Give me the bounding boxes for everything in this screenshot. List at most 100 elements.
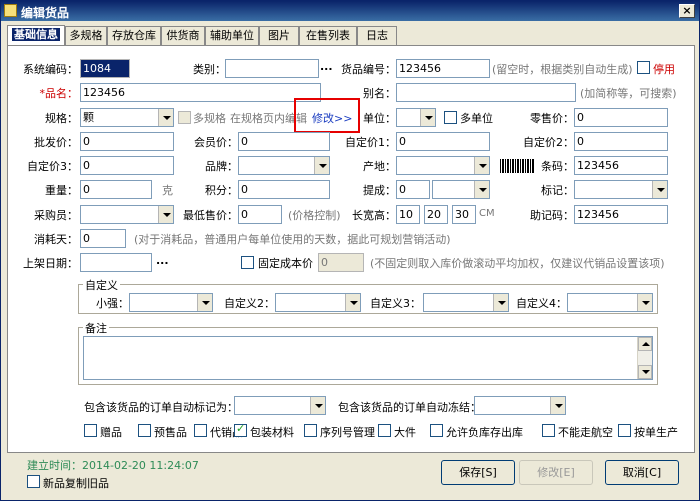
- flag-checkbox[interactable]: [84, 424, 97, 437]
- consume-days-field[interactable]: 0: [80, 229, 126, 248]
- modify-button[interactable]: 修改[E]: [519, 460, 593, 485]
- name-label: *品名：: [39, 87, 79, 100]
- custom1-label: 自定价1：: [345, 136, 396, 149]
- origin-dropdown-icon[interactable]: [474, 157, 489, 174]
- auto-mark-dropdown-icon[interactable]: [310, 397, 325, 414]
- flag-label: 包装材料: [250, 426, 294, 439]
- width-field[interactable]: 20: [424, 205, 448, 224]
- multi-spec-checkbox[interactable]: [178, 111, 191, 124]
- stop-checkbox[interactable]: [637, 61, 650, 74]
- points-field[interactable]: 0: [238, 180, 330, 199]
- custom-field1-select[interactable]: [129, 293, 213, 312]
- height-field[interactable]: 30: [452, 205, 476, 224]
- custom-field3-select[interactable]: [423, 293, 509, 312]
- commission-type-select[interactable]: [432, 180, 490, 199]
- auto-freeze-select[interactable]: [474, 396, 566, 415]
- scroll-up-icon[interactable]: [638, 337, 652, 351]
- spec-select[interactable]: 颗: [80, 108, 174, 127]
- cancel-button[interactable]: 取消[C]: [605, 460, 679, 485]
- flag-checkbox[interactable]: [542, 424, 555, 437]
- wholesale-field[interactable]: 0: [80, 132, 174, 151]
- flag-checkbox[interactable]: [430, 424, 443, 437]
- flag-label: 预售品: [154, 426, 187, 439]
- fixed-cost-checkbox[interactable]: [241, 256, 254, 269]
- alias-field[interactable]: [396, 83, 576, 102]
- mark-select[interactable]: [574, 180, 668, 199]
- custom-field4-dropdown-icon[interactable]: [637, 294, 652, 311]
- memo-code-field[interactable]: 123456: [574, 205, 668, 224]
- custom2-field[interactable]: 0: [574, 132, 668, 151]
- weight-unit: 克: [162, 184, 173, 197]
- retail-label: 零售价：: [530, 112, 574, 125]
- flag-checkbox[interactable]: [378, 424, 391, 437]
- flag-label: 按单生产: [634, 426, 678, 439]
- unit-select[interactable]: [396, 108, 436, 127]
- tab-warehouse[interactable]: 存放仓库: [107, 26, 161, 45]
- save-button[interactable]: 保存[S]: [441, 460, 515, 485]
- multi-unit-label: 多单位: [460, 112, 493, 125]
- unit-dropdown-icon[interactable]: [420, 109, 435, 126]
- category-picker-button[interactable]: ...: [320, 60, 333, 73]
- copy-old-checkbox[interactable]: [27, 475, 40, 488]
- flag-checkbox[interactable]: [194, 424, 207, 437]
- custom-field2-select[interactable]: [275, 293, 361, 312]
- tab-basic-info[interactable]: 基础信息: [7, 25, 65, 46]
- barcode-field[interactable]: 123456: [574, 156, 668, 175]
- flag-label: 序列号管理: [320, 426, 375, 439]
- buyer-dropdown-icon[interactable]: [158, 206, 173, 223]
- buyer-select[interactable]: [80, 205, 174, 224]
- auto-mark-select[interactable]: [234, 396, 326, 415]
- category-field[interactable]: [225, 59, 319, 78]
- scroll-down-icon[interactable]: [638, 365, 652, 379]
- remark-textarea[interactable]: [83, 336, 653, 380]
- min-price-hint: (价格控制): [288, 209, 341, 222]
- name-field[interactable]: 123456: [80, 83, 321, 102]
- goods-no-field[interactable]: 123456: [396, 59, 490, 78]
- memo-code-label: 助记码：: [530, 209, 574, 222]
- tab-multi-spec[interactable]: 多规格: [65, 26, 107, 45]
- custom-field2-dropdown-icon[interactable]: [345, 294, 360, 311]
- alias-label: 别名：: [363, 87, 396, 100]
- spec-dropdown-icon[interactable]: [158, 109, 173, 126]
- tab-on-sale-list[interactable]: 在售列表: [299, 26, 357, 45]
- tab-aux-unit[interactable]: 辅助单位: [205, 26, 259, 45]
- sys-code-field: 1084: [80, 59, 130, 78]
- origin-select[interactable]: [396, 156, 490, 175]
- spec-value: 颗: [83, 111, 94, 124]
- custom-field3-dropdown-icon[interactable]: [493, 294, 508, 311]
- shelf-date-field[interactable]: [80, 253, 152, 272]
- tab-log[interactable]: 日志: [357, 26, 397, 45]
- auto-freeze-label: 包含该货品的订单自动冻结：: [338, 401, 481, 414]
- alias-hint: (加简称等，可搜索): [580, 87, 677, 100]
- custom3-field[interactable]: 0: [80, 156, 174, 175]
- multi-unit-checkbox[interactable]: [444, 111, 457, 124]
- flag-checkbox[interactable]: [618, 424, 631, 437]
- shelf-date-picker-button[interactable]: ...: [156, 254, 169, 267]
- flag-checkbox[interactable]: [234, 422, 247, 437]
- flag-checkbox[interactable]: [138, 424, 151, 437]
- auto-freeze-dropdown-icon[interactable]: [550, 397, 565, 414]
- auto-mark-label: 包含该货品的订单自动标记为：: [84, 401, 238, 414]
- custom1-field[interactable]: 0: [396, 132, 490, 151]
- commission-field[interactable]: 0: [396, 180, 430, 199]
- custom-field4-select[interactable]: [567, 293, 653, 312]
- remark-scrollbar[interactable]: [637, 337, 652, 379]
- brand-dropdown-icon[interactable]: [314, 157, 329, 174]
- fixed-cost-label: 固定成本价: [258, 257, 313, 270]
- tab-supplier[interactable]: 供货商: [161, 26, 205, 45]
- custom-group: 自定义 小强： 自定义2： 自定义3： 自定义4：: [78, 277, 658, 314]
- member-field[interactable]: 0: [238, 132, 330, 151]
- length-field[interactable]: 10: [396, 205, 420, 224]
- close-button[interactable]: ×: [679, 4, 695, 18]
- mark-dropdown-icon[interactable]: [652, 181, 667, 198]
- commission-type-dropdown-icon[interactable]: [474, 181, 489, 198]
- retail-field[interactable]: 0: [574, 108, 668, 127]
- brand-select[interactable]: [238, 156, 330, 175]
- flag-checkbox[interactable]: [304, 424, 317, 437]
- consume-days-label: 消耗天：: [34, 233, 78, 246]
- min-price-field[interactable]: 0: [238, 205, 282, 224]
- custom-field1-dropdown-icon[interactable]: [197, 294, 212, 311]
- weight-field[interactable]: 0: [80, 180, 152, 199]
- tab-images[interactable]: 图片: [259, 26, 299, 45]
- flag-label: 大件: [394, 426, 416, 439]
